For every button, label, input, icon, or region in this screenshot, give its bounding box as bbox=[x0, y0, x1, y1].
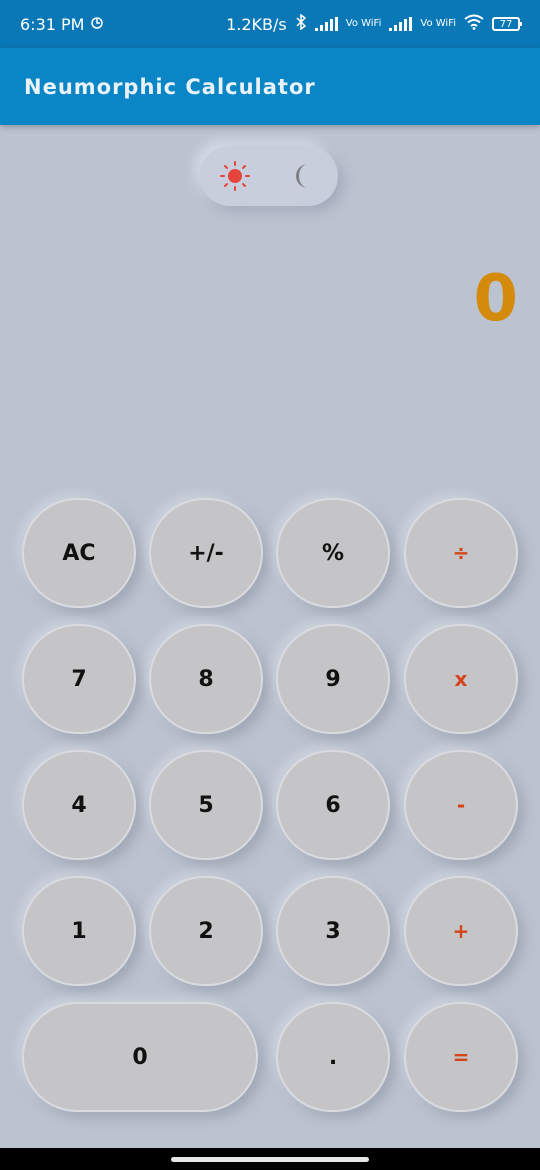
status-time: 6:31 PM bbox=[20, 14, 85, 34]
key-5[interactable]: 5 bbox=[149, 750, 263, 860]
navigation-bar bbox=[0, 1148, 540, 1170]
wifi-icon bbox=[464, 14, 484, 34]
app-bar: Neumorphic Calculator bbox=[0, 48, 540, 125]
status-left: 6:31 PM bbox=[20, 15, 104, 34]
key-7[interactable]: 7 bbox=[22, 624, 136, 734]
key-plus-minus[interactable]: +/- bbox=[149, 498, 263, 608]
app-title: Neumorphic Calculator bbox=[24, 74, 316, 99]
theme-toggle[interactable] bbox=[200, 146, 338, 206]
home-handle[interactable] bbox=[171, 1156, 369, 1162]
sun-icon[interactable] bbox=[218, 159, 252, 193]
sync-icon bbox=[90, 15, 104, 34]
key-8[interactable]: 8 bbox=[149, 624, 263, 734]
status-bar: 6:31 PM 1.2KB/s Vo WiFi Vo WiFi 77 bbox=[0, 0, 540, 48]
key-ac[interactable]: AC bbox=[22, 498, 136, 608]
key-0[interactable]: 0 bbox=[22, 1002, 258, 1112]
vowifi-label: Vo WiFi bbox=[345, 18, 382, 29]
key-minus[interactable]: - bbox=[404, 750, 518, 860]
key-3[interactable]: 3 bbox=[276, 876, 390, 986]
key-divide[interactable]: ÷ bbox=[404, 498, 518, 608]
key-multiply[interactable]: x bbox=[404, 624, 518, 734]
battery-level: 77 bbox=[499, 18, 513, 30]
moon-icon[interactable] bbox=[287, 159, 321, 193]
net-speed: 1.2KB/s bbox=[226, 14, 287, 34]
key-4[interactable]: 4 bbox=[22, 750, 136, 860]
calculator-display: 0 bbox=[473, 262, 518, 336]
signal-icon bbox=[314, 17, 338, 31]
status-right: 1.2KB/s Vo WiFi Vo WiFi 77 bbox=[226, 13, 522, 34]
key-percent[interactable]: % bbox=[276, 498, 390, 608]
key-2[interactable]: 2 bbox=[149, 876, 263, 986]
key-1[interactable]: 1 bbox=[22, 876, 136, 986]
bluetooth-icon bbox=[295, 13, 307, 34]
key-equals[interactable]: = bbox=[404, 1002, 518, 1112]
key-6[interactable]: 6 bbox=[276, 750, 390, 860]
signal-icon-2 bbox=[389, 17, 413, 31]
vowifi-label-2: Vo WiFi bbox=[420, 18, 456, 29]
battery-icon: 77 bbox=[492, 17, 522, 31]
key-plus[interactable]: + bbox=[404, 876, 518, 986]
key-dot[interactable]: . bbox=[276, 1002, 390, 1112]
key-9[interactable]: 9 bbox=[276, 624, 390, 734]
keypad: AC +/- % ÷ 7 8 9 x 4 5 6 - 1 2 3 + 0 . = bbox=[22, 498, 518, 1112]
